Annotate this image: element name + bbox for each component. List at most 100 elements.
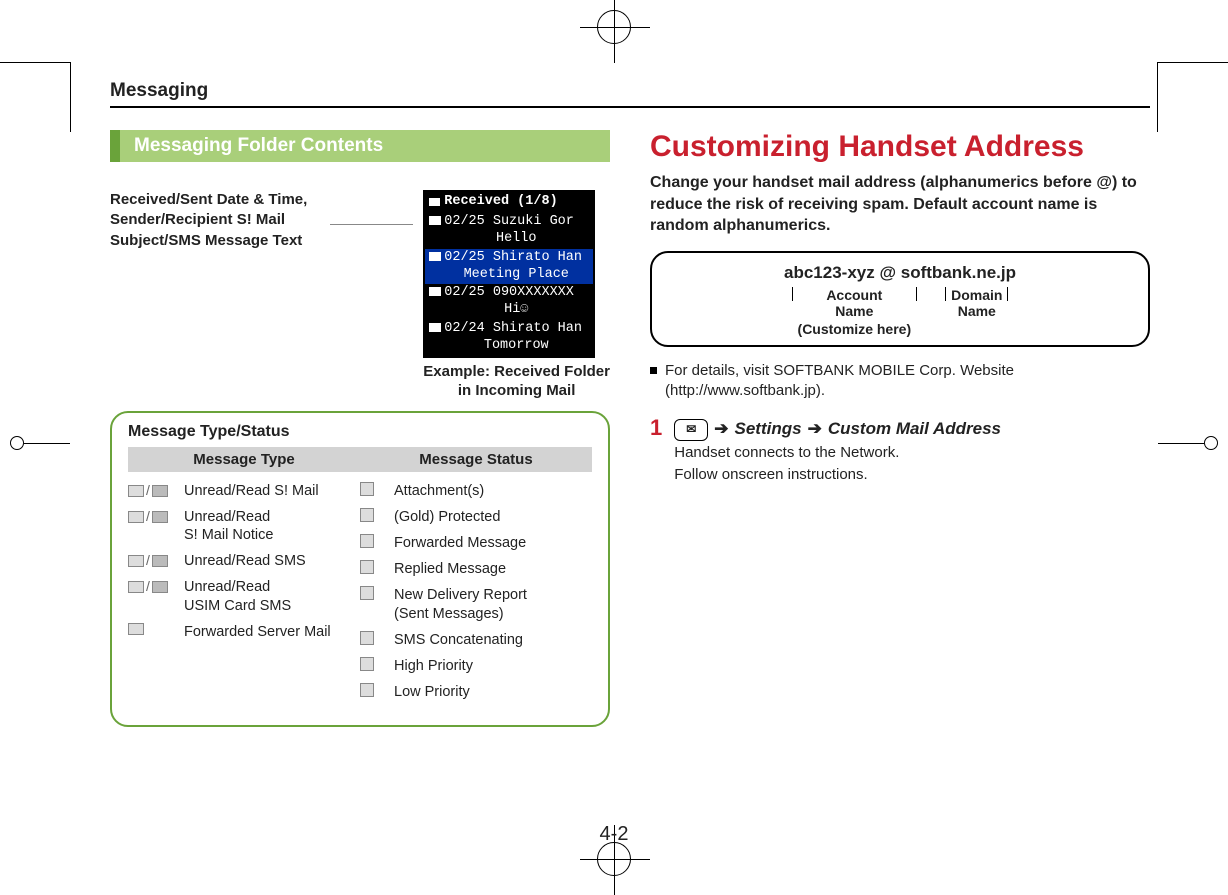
phone-caption: Example: Received Folder in Incoming Mai… <box>423 362 610 401</box>
address-example: abc123-xyz @ softbank.ne.jp <box>662 263 1138 283</box>
phone-list-row: 02/25 090XXXXXXX <box>425 284 593 302</box>
phone-row-subject: Tomorrow <box>425 338 593 356</box>
status-icon <box>360 482 384 496</box>
mail-icon <box>429 323 441 332</box>
type-icon: / <box>128 508 174 526</box>
phone-row-subject: Hi☺ <box>425 302 593 320</box>
callout-text: Received/Sent Date & Time, Sender/Recipi… <box>110 190 320 251</box>
phone-row-text: 02/25 Suzuki Gor <box>444 214 574 231</box>
phone-title-text: Received (1/8) <box>444 194 557 211</box>
type-row: / Unread/Read USIM Card SMS <box>128 578 360 614</box>
step-body-line2: Follow onscreen instructions. <box>674 464 1001 486</box>
crop-mark <box>1157 62 1158 132</box>
crop-mark <box>70 62 71 132</box>
box-title: Message Type/Status <box>128 423 592 441</box>
phone-row-text: 02/25 090XXXXXXX <box>444 285 574 302</box>
mail-icon <box>429 216 441 225</box>
type-row: / Unread/Read S! Mail Notice <box>128 508 360 544</box>
message-type-status-box: Message Type/Status Message Type Message… <box>110 411 610 727</box>
type-row: / Unread/Read SMS <box>128 552 360 570</box>
bullet-icon <box>650 367 657 374</box>
phone-list-row: 02/24 Shirato Han <box>425 320 593 338</box>
type-icon: / <box>128 482 174 500</box>
arrow-icon: ➔ <box>808 417 822 442</box>
status-icon <box>360 631 384 645</box>
phone-caption-line1: Example: Received Folder <box>423 363 610 380</box>
left-column: Messaging Folder Contents Received/Sent … <box>110 130 610 727</box>
crop-mark <box>24 443 70 444</box>
status-label: High Priority <box>394 657 473 675</box>
side-mark-right <box>1204 436 1218 450</box>
type-icon: / <box>128 552 174 570</box>
type-icon <box>128 623 174 635</box>
status-row: New Delivery Report (Sent Messages) <box>360 586 592 622</box>
status-label: (Gold) Protected <box>394 508 500 526</box>
status-label: Low Priority <box>394 683 470 701</box>
arrow-icon: ➔ <box>714 417 728 442</box>
phone-list-row: 02/25 Shirato Han <box>425 249 593 267</box>
step-1: 1 ✉ ➔ Settings ➔ Custom Mail Address Han… <box>650 417 1150 485</box>
bullet-text: For details, visit SOFTBANK MOBILE Corp.… <box>665 361 1150 402</box>
heading-customizing: Customizing Handset Address <box>650 130 1150 164</box>
registration-mark-top <box>597 10 631 44</box>
phone-row-text: 02/25 Shirato Han <box>444 250 582 267</box>
status-icon <box>360 560 384 574</box>
type-label: Forwarded Server Mail <box>184 623 331 641</box>
status-row: Forwarded Message <box>360 534 592 552</box>
crop-mark <box>0 62 70 63</box>
phone-list-row: 02/25 Suzuki Gor <box>425 213 593 231</box>
status-label: Forwarded Message <box>394 534 526 552</box>
details-bullet: For details, visit SOFTBANK MOBILE Corp.… <box>650 361 1150 402</box>
folder-icon <box>429 198 440 206</box>
mail-icon <box>429 287 441 296</box>
address-box: abc123-xyz @ softbank.ne.jp Account Name… <box>650 251 1150 347</box>
type-label: Unread/Read USIM Card SMS <box>184 578 291 614</box>
address-domain-label: Domain Name <box>951 287 1002 337</box>
type-label: Unread/Read SMS <box>184 552 306 570</box>
table-header: Message Type Message Status <box>128 447 592 472</box>
mail-icon <box>429 252 441 261</box>
status-icon <box>360 508 384 522</box>
phone-title: Received (1/8) <box>425 192 593 213</box>
type-icon: / <box>128 578 174 596</box>
status-row: Attachment(s) <box>360 482 592 500</box>
side-mark-left <box>10 436 24 450</box>
address-customize-here: (Customize here) <box>798 321 912 337</box>
type-label: Unread/Read S! Mail Notice <box>184 508 273 544</box>
status-row: Replied Message <box>360 560 592 578</box>
status-icon <box>360 683 384 697</box>
address-account-label: Account Name (Customize here) <box>798 287 912 337</box>
status-row: High Priority <box>360 657 592 675</box>
lead-text: Change your handset mail address (alphan… <box>650 172 1150 237</box>
phone-caption-line2: in Incoming Mail <box>458 382 576 399</box>
step-custom-mail: Custom Mail Address <box>828 417 1001 442</box>
status-row: Low Priority <box>360 683 592 701</box>
status-icon <box>360 586 384 600</box>
status-label: SMS Concatenating <box>394 631 523 649</box>
status-label: Replied Message <box>394 560 506 578</box>
step-settings: Settings <box>735 417 802 442</box>
phone-row-subject: Meeting Place <box>425 267 593 285</box>
status-row: SMS Concatenating <box>360 631 592 649</box>
crop-mark <box>1158 443 1204 444</box>
mail-key-icon: ✉ <box>674 419 708 441</box>
step-path: ✉ ➔ Settings ➔ Custom Mail Address <box>674 417 1001 442</box>
type-label: Unread/Read S! Mail <box>184 482 319 500</box>
status-row: (Gold) Protected <box>360 508 592 526</box>
col-head-type: Message Type <box>128 447 360 472</box>
status-icon <box>360 657 384 671</box>
registration-mark-bottom <box>597 842 631 876</box>
callout-line <box>330 224 413 225</box>
step-body-line1: Handset connects to the Network. <box>674 442 1001 464</box>
crop-mark <box>1158 62 1228 63</box>
type-row: / Unread/Read S! Mail <box>128 482 360 500</box>
status-icon <box>360 534 384 548</box>
col-head-status: Message Status <box>360 447 592 472</box>
section-heading: Messaging Folder Contents <box>110 130 610 162</box>
status-label: New Delivery Report (Sent Messages) <box>394 586 527 622</box>
page-number: 4-2 <box>600 823 629 846</box>
phone-screenshot: Received (1/8) 02/25 Suzuki GorHello02/2… <box>423 190 595 358</box>
message-status-column: Attachment(s) (Gold) Protected Forwarded M… <box>360 472 592 709</box>
status-label: Attachment(s) <box>394 482 484 500</box>
phone-row-subject: Hello <box>425 231 593 249</box>
